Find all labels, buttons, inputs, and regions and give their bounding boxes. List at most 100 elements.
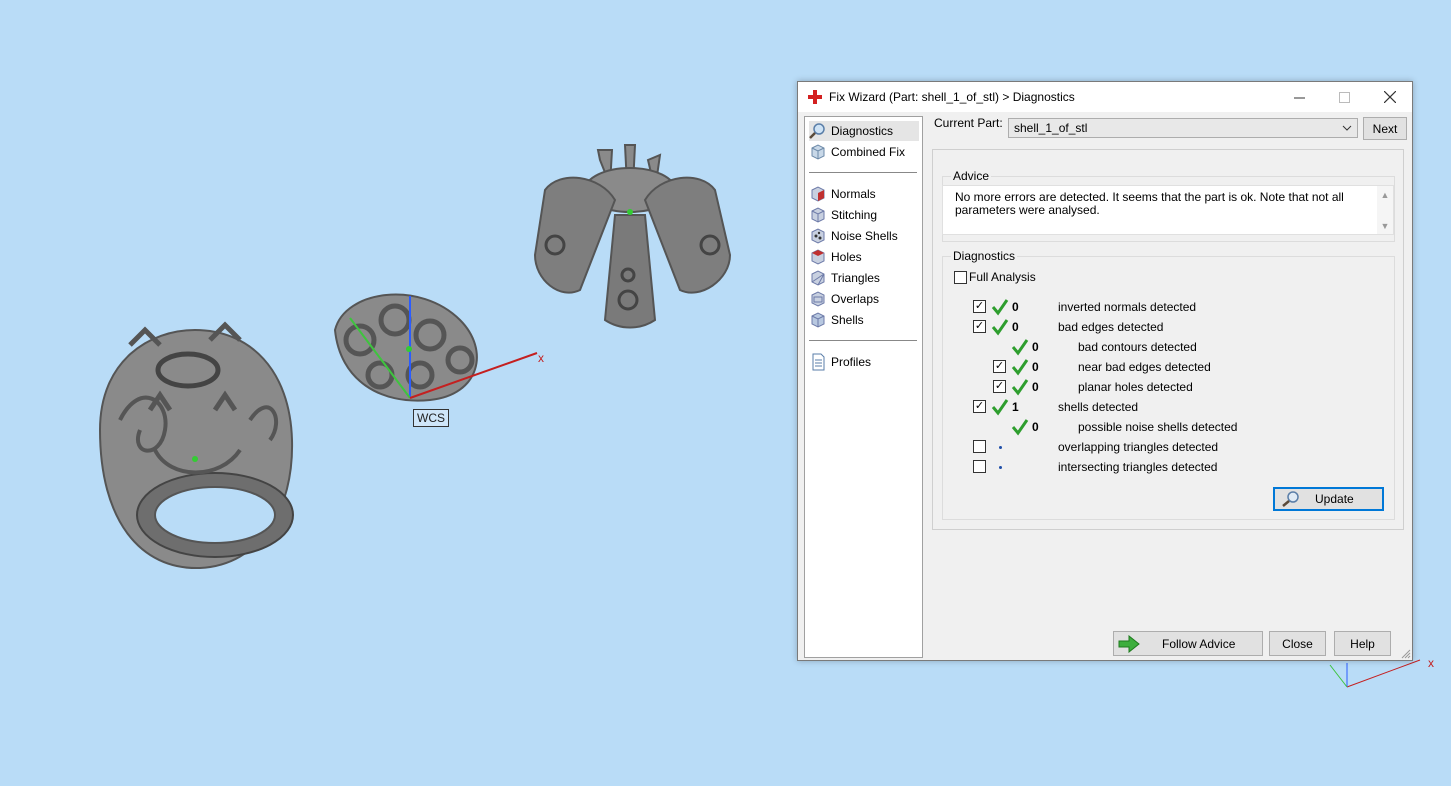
overlapping-triangles-checkbox[interactable] xyxy=(973,440,986,453)
bad-edges-checkbox[interactable]: ✓ xyxy=(973,320,986,333)
follow-advice-label: Follow Advice xyxy=(1162,636,1236,651)
full-analysis-checkbox[interactable] xyxy=(954,271,967,284)
row-label: near bad edges detected xyxy=(1078,360,1211,374)
setting-model[interactable] xyxy=(533,144,732,329)
update-button[interactable]: Update xyxy=(1273,487,1384,511)
fix-wizard-dialog: Fix Wizard (Part: shell_1_of_stl) > Diag… xyxy=(797,81,1413,661)
update-label: Update xyxy=(1315,492,1354,506)
current-part-select[interactable]: shell_1_of_stl xyxy=(1008,118,1358,138)
row-label: bad edges detected xyxy=(1058,320,1164,334)
near-bad-edges-checkbox[interactable]: ✓ xyxy=(993,360,1006,373)
noise-shells-icon xyxy=(811,228,825,244)
nav-item-noise-shells[interactable]: Noise Shells xyxy=(809,226,919,246)
current-part-label: Current Part: xyxy=(934,116,1003,130)
nav-item-holes[interactable]: Holes xyxy=(809,247,919,267)
green-check-icon xyxy=(1011,359,1029,376)
magnifier-icon xyxy=(809,123,825,139)
diagnostics-panel: Advice No more errors are detected. It s… xyxy=(932,149,1404,530)
overlaps-icon xyxy=(811,291,825,307)
maximize-button[interactable] xyxy=(1322,82,1367,112)
planar-holes-checkbox[interactable]: ✓ xyxy=(993,380,1006,393)
row-label: intersecting triangles detected xyxy=(1058,460,1218,474)
shells-icon xyxy=(811,312,825,328)
maximize-icon xyxy=(1339,91,1350,103)
close-window-button[interactable] xyxy=(1367,82,1412,112)
ring-model[interactable] xyxy=(98,321,294,570)
minimize-button[interactable] xyxy=(1277,82,1322,112)
nav-separator xyxy=(809,172,917,173)
inverted-normals-checkbox[interactable]: ✓ xyxy=(973,300,986,313)
nav-item-label: Diagnostics xyxy=(831,124,894,138)
shells-checkbox[interactable]: ✓ xyxy=(973,400,986,413)
nav-item-triangles[interactable]: Triangles xyxy=(809,268,919,288)
nav-item-label: Normals xyxy=(831,187,876,201)
row-count: 0 xyxy=(1032,420,1039,434)
green-check-icon xyxy=(991,299,1009,316)
triangles-icon xyxy=(811,270,825,286)
row-label: overlapping triangles detected xyxy=(1058,440,1219,454)
dialog-title: Fix Wizard (Part: shell_1_of_stl) > Diag… xyxy=(829,90,1075,104)
wcs-label: WCS xyxy=(413,409,449,427)
full-analysis-label: Full Analysis xyxy=(969,270,1036,284)
green-check-icon xyxy=(1011,379,1029,396)
holes-icon xyxy=(811,249,825,265)
combined-fix-icon xyxy=(811,144,825,160)
title-bar[interactable]: Fix Wizard (Part: shell_1_of_stl) > Diag… xyxy=(798,82,1412,112)
nav-item-profiles[interactable]: Profiles xyxy=(809,352,919,372)
close-icon xyxy=(1383,91,1396,103)
green-check-icon xyxy=(1011,339,1029,356)
nav-separator xyxy=(809,340,917,341)
normals-icon xyxy=(811,186,825,202)
document-icon xyxy=(812,353,825,371)
row-label: planar holes detected xyxy=(1078,380,1193,394)
minimize-icon xyxy=(1294,97,1305,98)
intersecting-triangles-checkbox[interactable] xyxy=(973,460,986,473)
green-arrow-icon xyxy=(1118,634,1140,653)
row-count: 0 xyxy=(1032,380,1039,394)
row-count: 0 xyxy=(1032,360,1039,374)
nav-item-label: Shells xyxy=(831,313,864,327)
nav-item-combined-fix[interactable]: Combined Fix xyxy=(809,142,919,162)
chevron-down-icon xyxy=(1342,125,1352,131)
resize-grip-icon[interactable] xyxy=(1401,649,1411,659)
nav-item-label: Triangles xyxy=(831,271,880,285)
advice-title: Advice xyxy=(951,169,992,183)
help-button[interactable]: Help xyxy=(1334,631,1391,656)
nav-item-diagnostics[interactable]: Diagnostics xyxy=(809,121,919,141)
green-check-icon xyxy=(1011,419,1029,436)
magnifier-icon xyxy=(1282,491,1299,507)
status-dot-icon xyxy=(999,446,1002,449)
green-check-icon xyxy=(991,399,1009,416)
stitching-icon xyxy=(811,207,825,223)
scroll-down-icon[interactable]: ▼ xyxy=(1377,220,1393,233)
filigree-model[interactable]: x xyxy=(333,293,544,402)
scroll-up-icon[interactable]: ▲ xyxy=(1377,189,1393,202)
corner-axis-x-label: x xyxy=(1428,656,1434,670)
nav-item-label: Stitching xyxy=(831,208,878,222)
advice-text: No more errors are detected. It seems th… xyxy=(955,190,1344,217)
row-label: possible noise shells detected xyxy=(1078,420,1238,434)
follow-advice-button[interactable]: Follow Advice xyxy=(1113,631,1263,656)
current-part-value: shell_1_of_stl xyxy=(1014,121,1088,135)
row-label: shells detected xyxy=(1058,400,1139,414)
nav-item-shells[interactable]: Shells xyxy=(809,310,919,330)
nav-item-label: Overlaps xyxy=(831,292,880,306)
nav-item-normals[interactable]: Normals xyxy=(809,184,919,204)
next-button[interactable]: Next xyxy=(1363,117,1407,140)
nav-item-overlaps[interactable]: Overlaps xyxy=(809,289,919,309)
row-label: inverted normals detected xyxy=(1058,300,1197,314)
advice-text-box[interactable]: No more errors are detected. It seems th… xyxy=(942,185,1394,235)
status-dot-icon xyxy=(999,466,1002,469)
row-count: 0 xyxy=(1012,300,1019,314)
nav-item-stitching[interactable]: Stitching xyxy=(809,205,919,225)
nav-item-label: Holes xyxy=(831,250,862,264)
close-button[interactable]: Close xyxy=(1269,631,1326,656)
nav-item-label: Noise Shells xyxy=(831,229,898,243)
advice-scrollbar[interactable]: ▲ ▼ xyxy=(1377,186,1393,234)
nav-item-label: Combined Fix xyxy=(831,145,906,159)
axis-x-label: x xyxy=(538,351,544,365)
diagnostics-title: Diagnostics xyxy=(951,249,1018,263)
wizard-nav: Diagnostics Combined Fix Normals Stitchi… xyxy=(804,116,923,658)
green-check-icon xyxy=(991,319,1009,336)
red-cross-icon xyxy=(808,90,822,104)
